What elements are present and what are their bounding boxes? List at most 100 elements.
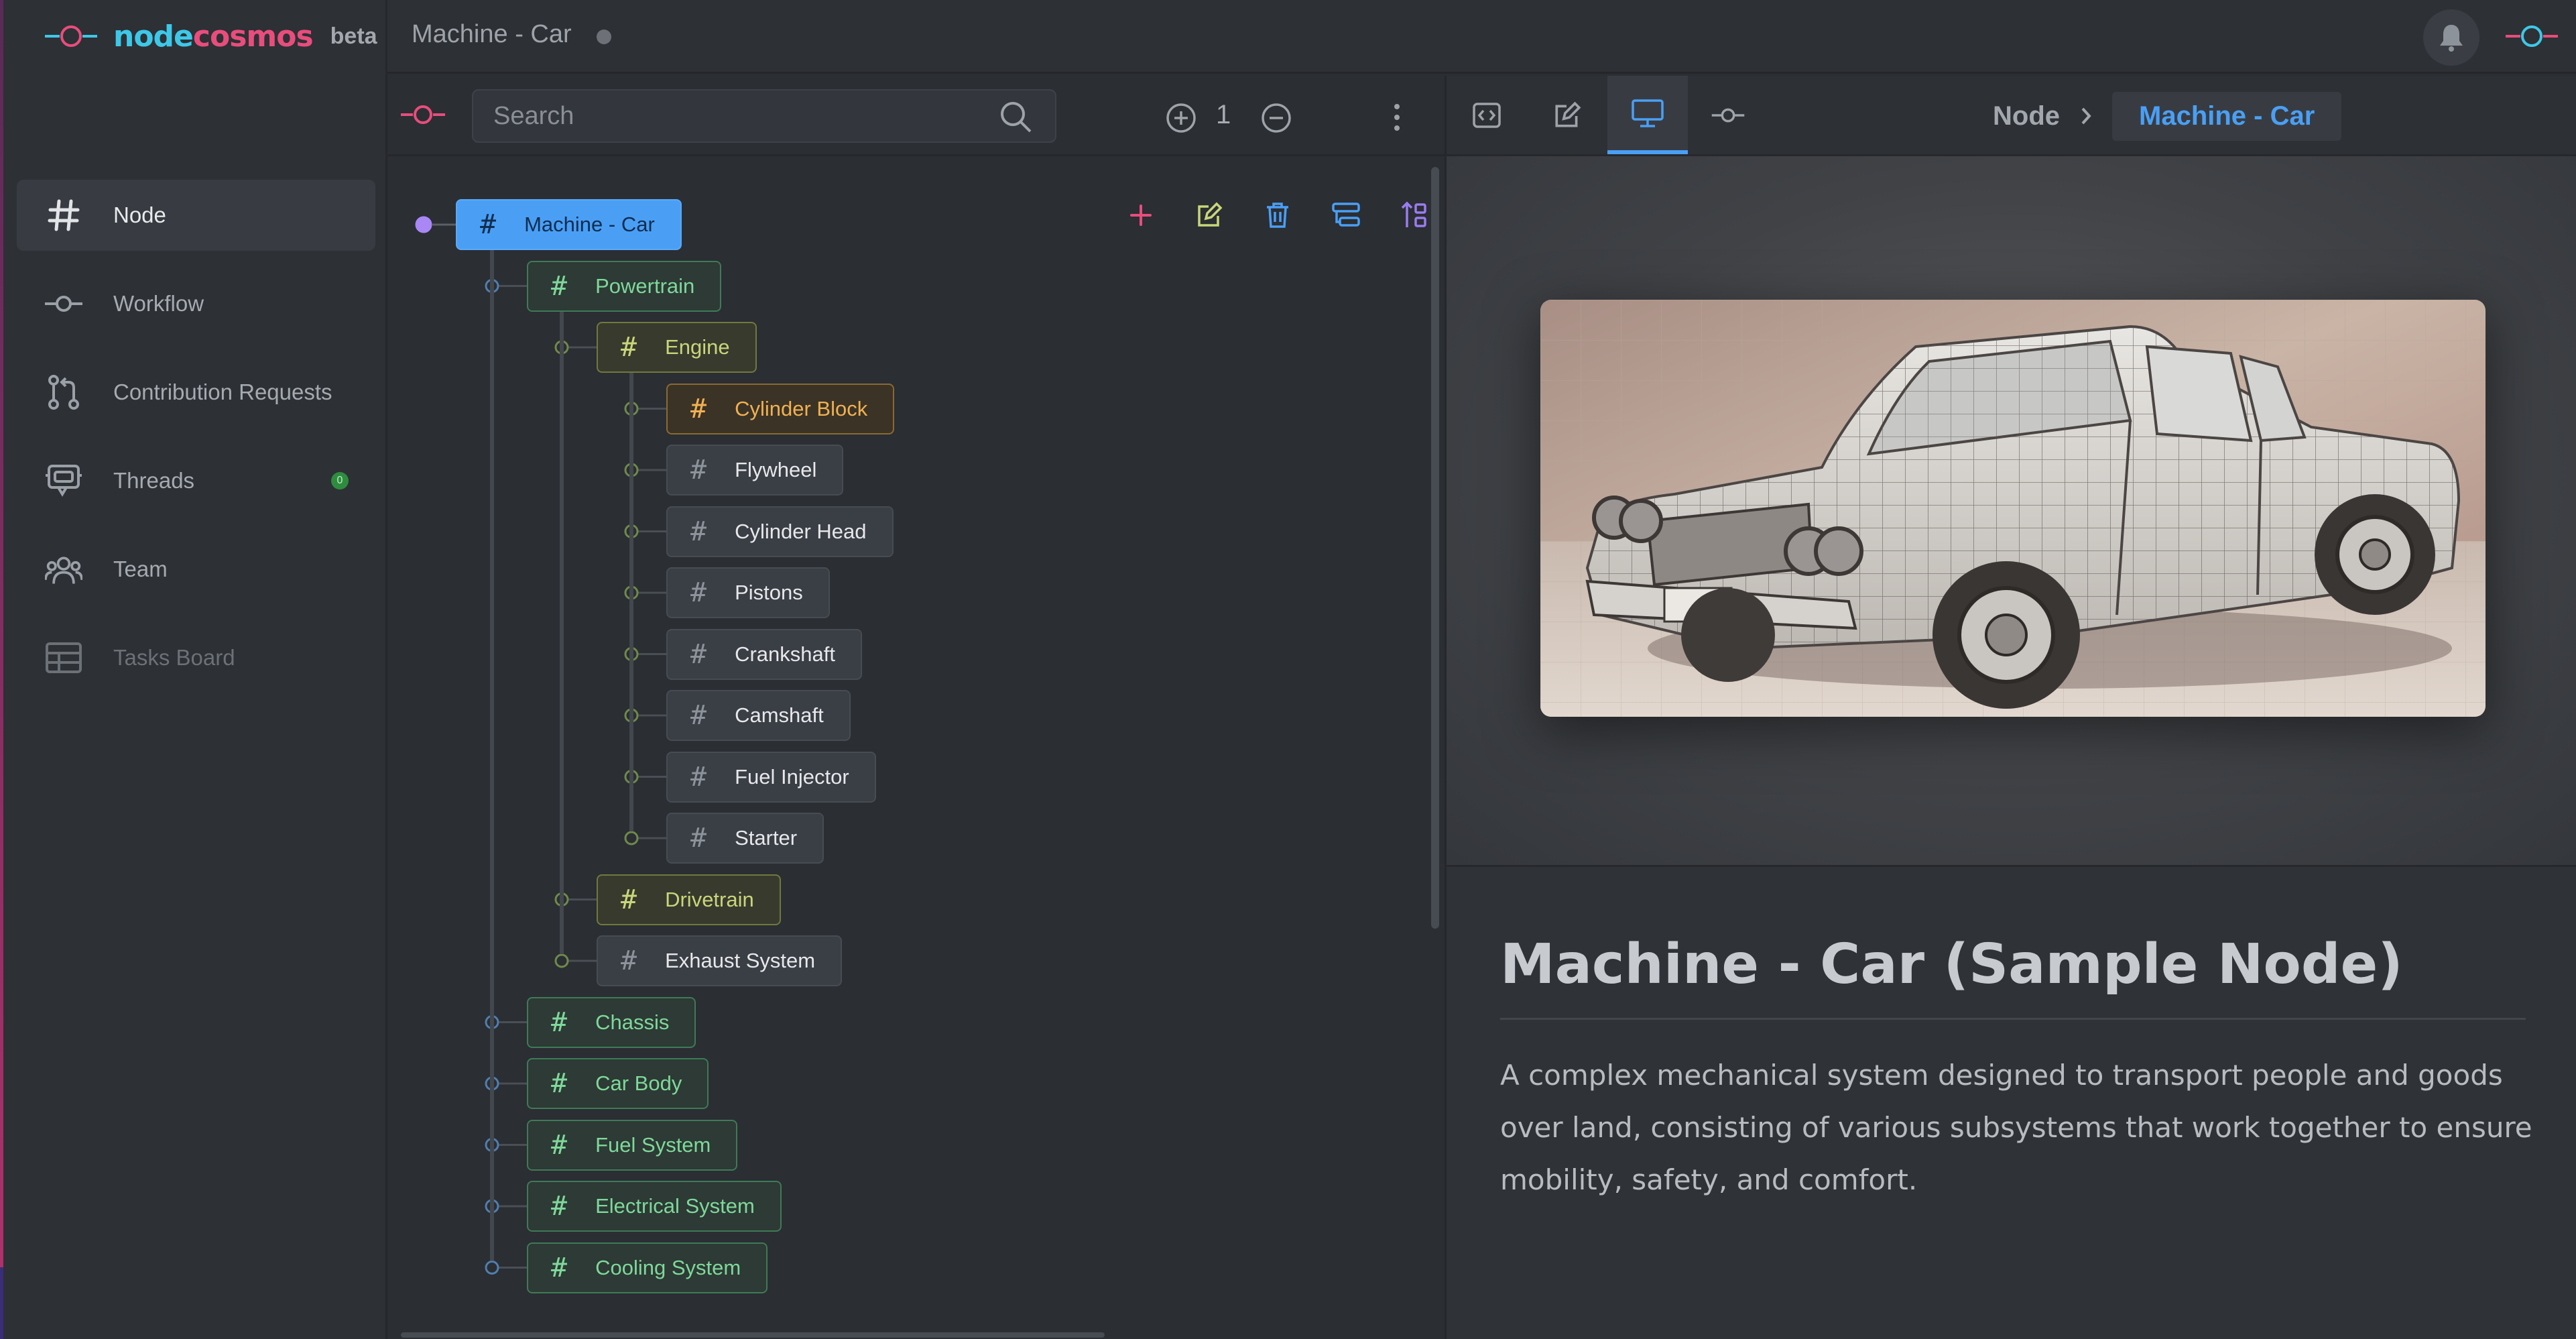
node-title: Powertrain <box>595 274 695 298</box>
hash-icon: # <box>551 1068 568 1099</box>
sidebar-item-tasks-board[interactable]: Tasks Board <box>17 622 375 693</box>
hash-icon: # <box>690 455 707 485</box>
sidebar-item-contribution-requests[interactable]: Contribution Requests <box>17 357 375 428</box>
breadcrumb-current[interactable]: Machine - Car <box>2112 91 2342 141</box>
tree-vertical-scrollbar[interactable] <box>1431 167 1439 929</box>
node-title: Car Body <box>595 1071 682 1095</box>
tree-node[interactable]: # Fuel Injector <box>666 751 876 803</box>
cover-image-area <box>1447 156 2576 867</box>
tree-connector-dot[interactable] <box>415 216 432 233</box>
hash-icon: # <box>690 516 707 547</box>
tree-node[interactable]: # Cylinder Block <box>666 383 895 434</box>
delete-node-button[interactable] <box>1262 199 1294 231</box>
node-tree-panel: 1 # Machine - Car <box>387 76 1520 1339</box>
breadcrumb-parent[interactable]: Node <box>1993 101 2060 131</box>
hash-icon: # <box>551 270 568 302</box>
tab-markdown[interactable] <box>1447 76 1527 154</box>
hash-icon: # <box>621 945 637 976</box>
tree-node[interactable]: # Flywheel <box>666 445 844 496</box>
node-title: Fuel System <box>595 1132 711 1157</box>
brand[interactable]: nodecosmos beta <box>44 16 377 56</box>
edit-node-button[interactable] <box>1193 199 1225 231</box>
zoom-out-button[interactable] <box>1260 101 1292 135</box>
tree-node[interactable]: # Crankshaft <box>666 628 862 680</box>
tree-node[interactable]: # Powertrain <box>527 260 722 312</box>
workflow-button[interactable] <box>1330 199 1362 231</box>
threads-count-badge: 0 <box>331 472 349 489</box>
tab-workflow[interactable] <box>1688 76 1768 154</box>
hash-icon: # <box>551 1252 568 1283</box>
workflow-icon <box>45 285 82 323</box>
tab-preview[interactable] <box>1607 76 1688 154</box>
hash-icon <box>45 196 82 234</box>
tab-edit[interactable] <box>1527 76 1607 154</box>
hash-icon: # <box>621 884 637 915</box>
sidebar-item-label: Tasks Board <box>113 645 235 670</box>
sidebar: nodecosmos beta Node Workflow Contributi… <box>3 0 387 1339</box>
hash-icon: # <box>690 577 707 608</box>
hash-icon: # <box>690 761 707 793</box>
workflow-icon <box>1711 108 1745 122</box>
plus-circle-icon <box>1166 103 1196 133</box>
page-title: Machine - Car <box>412 20 572 48</box>
hash-icon: # <box>551 1129 568 1161</box>
tree-node[interactable]: # Exhaust System <box>597 935 843 986</box>
sidebar-nav: Node Workflow Contribution Requests Thre… <box>17 180 375 711</box>
search-input[interactable] <box>472 89 1056 143</box>
node-title: Cylinder Block <box>735 396 868 420</box>
nodecosmos-logo-icon <box>45 25 97 47</box>
sidebar-item-label: Workflow <box>113 291 204 316</box>
tree-node[interactable]: # Engine <box>597 322 757 373</box>
code-icon <box>1473 102 1501 128</box>
car-cover-image[interactable] <box>1540 300 2486 717</box>
top-bar: Machine - Car <box>387 0 2576 74</box>
sidebar-item-team[interactable]: Team <box>17 534 375 605</box>
breadcrumb: Node Machine - Car <box>1993 89 2342 143</box>
chat-bubble-icon <box>45 462 82 500</box>
tree-node[interactable]: # Cooling System <box>527 1242 768 1293</box>
more-options-icon[interactable] <box>1390 103 1404 132</box>
team-icon <box>45 550 82 588</box>
hash-icon: # <box>690 638 707 670</box>
tree-node[interactable]: # Cylinder Head <box>666 506 894 557</box>
trash-icon <box>1267 202 1288 228</box>
hash-icon: # <box>690 393 707 424</box>
tree-node[interactable]: # Starter <box>666 813 824 864</box>
hash-icon: # <box>480 209 497 240</box>
node-title: Exhaust System <box>665 949 816 972</box>
node-title: Engine <box>665 335 730 359</box>
brand-name: nodecosmos <box>113 19 314 54</box>
tree-connector-dot[interactable] <box>485 1261 499 1275</box>
notifications-button[interactable] <box>2423 9 2479 66</box>
sidebar-item-threads[interactable]: Threads 0 <box>17 445 375 516</box>
node-title: Cooling System <box>595 1255 741 1279</box>
sidebar-item-label: Node <box>113 202 166 227</box>
tree-node[interactable]: # Drivetrain <box>597 874 781 925</box>
tree-node[interactable]: # Camshaft <box>666 690 851 741</box>
search-icon[interactable] <box>999 100 1032 133</box>
chevron-right-icon <box>2081 107 2091 125</box>
tree-node[interactable]: # Pistons <box>666 567 830 618</box>
tree-logo-icon <box>401 105 445 124</box>
tree-node[interactable]: # Car Body <box>527 1058 709 1109</box>
tree-horizontal-scrollbar[interactable] <box>401 1332 1105 1338</box>
zoom-in-button[interactable] <box>1165 101 1197 135</box>
tree-node-root[interactable]: # Machine - Car <box>456 199 682 250</box>
add-child-button[interactable] <box>1125 199 1157 231</box>
sidebar-item-workflow[interactable]: Workflow <box>17 268 375 339</box>
hash-icon: # <box>690 823 707 854</box>
reorder-button[interactable] <box>1398 199 1430 231</box>
node-title: Camshaft <box>735 703 824 727</box>
user-menu-logo-icon[interactable] <box>2506 23 2558 50</box>
details-tabs: Node Machine - Car <box>1447 76 2576 156</box>
sidebar-item-node[interactable]: Node <box>17 180 375 251</box>
node-title: Machine - Car <box>524 213 655 236</box>
status-dot <box>597 30 611 44</box>
beta-label: beta <box>330 23 377 49</box>
tree-connector-dot[interactable] <box>554 953 569 968</box>
tree-node[interactable]: # Electrical System <box>527 1181 782 1232</box>
tree-node[interactable]: # Chassis <box>527 996 696 1048</box>
tree-connector-dot[interactable] <box>624 831 639 846</box>
node-title: Drivetrain <box>665 887 754 911</box>
tree-node[interactable]: # Fuel System <box>527 1119 738 1171</box>
